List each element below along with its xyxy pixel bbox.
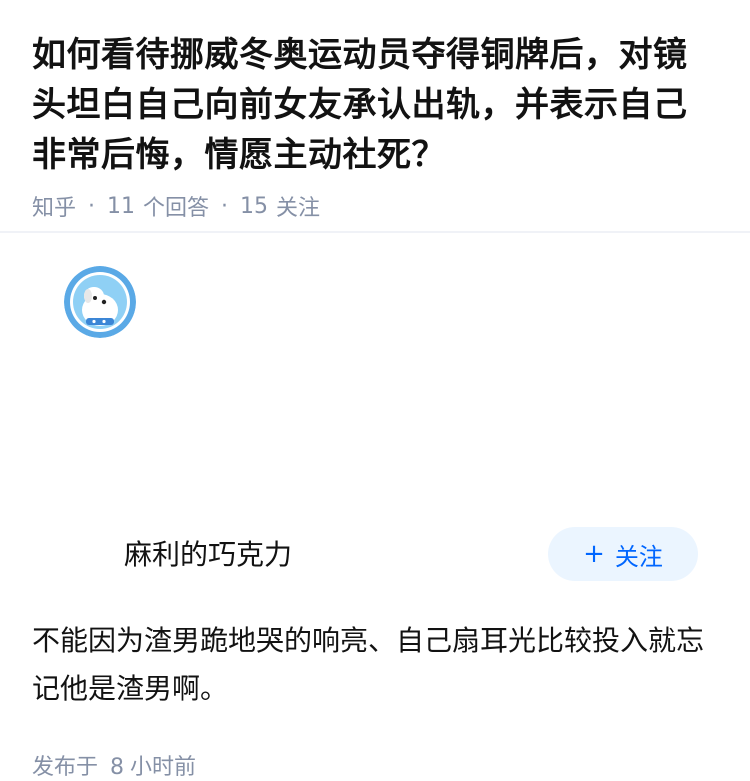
question-header: 如何看待挪威冬奥运动员夺得铜牌后，对镜头坦白自己向前女友承认出轨，并表示自己非常… — [0, 0, 750, 222]
follow-label[interactable]: 关注 — [276, 190, 320, 222]
avatar-dog-icon — [64, 266, 136, 338]
answers-count: 11 — [107, 193, 136, 219]
question-title[interactable]: 如何看待挪威冬奥运动员夺得铜牌后，对镜头坦白自己向前女友承认出轨，并表示自己非常… — [32, 30, 718, 180]
follow-button[interactable]: + 关注 — [548, 527, 698, 581]
meta-separator: · — [221, 193, 229, 219]
author-name[interactable]: 麻利的巧克力 — [124, 533, 292, 573]
answer-content[interactable]: 不能因为渣男跪地哭的响亮、自己扇耳光比较投入就忘记他是渣男啊。 — [32, 617, 712, 713]
meta-separator: · — [88, 193, 96, 219]
author-row — [32, 233, 718, 353]
plus-icon: + — [583, 539, 605, 569]
answer-card: 麻利的巧克力 + 关注 不能因为渣男跪地哭的响亮、自己扇耳光比较投入就忘记他是渣… — [0, 233, 750, 780]
publish-time: 发布于 8 小时前 — [32, 749, 196, 781]
follow-count: 15 — [240, 193, 269, 219]
publish-unit: 小时前 — [130, 755, 197, 780]
avatar[interactable] — [64, 266, 136, 338]
site-name[interactable]: 知乎 — [32, 190, 76, 222]
publish-prefix: 发布于 — [32, 755, 99, 780]
question-meta: 知乎 · 11 个回答 · 15 关注 — [32, 190, 718, 222]
publish-value: 8 — [110, 755, 125, 780]
follow-button-label: 关注 — [614, 542, 663, 571]
answers-label[interactable]: 个回答 — [143, 190, 209, 222]
